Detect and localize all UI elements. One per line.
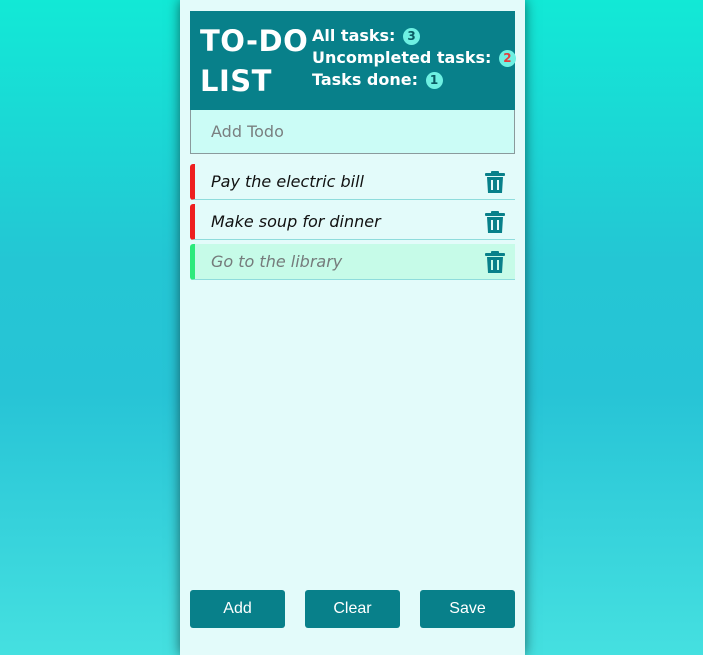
header: TO-DO LIST All tasks: 3 Uncompleted task…	[190, 11, 516, 110]
task-item[interactable]: Make soup for dinner	[190, 204, 515, 240]
trash-icon[interactable]	[485, 171, 505, 193]
add-todo-input[interactable]	[190, 110, 515, 154]
done-count-badge: 1	[425, 72, 443, 89]
app-title-line1: TO-DO	[200, 24, 309, 58]
app-title: TO-DO LIST	[200, 21, 310, 101]
all-tasks-count-badge: 3	[403, 28, 421, 45]
uncompleted-count-badge: 2	[498, 50, 516, 67]
stat-uncompleted-tasks: Uncompleted tasks: 2	[312, 47, 516, 69]
clear-button[interactable]: Clear	[305, 590, 400, 628]
trash-icon[interactable]	[485, 251, 505, 273]
task-item[interactable]: Pay the electric bill	[190, 164, 515, 200]
trash-icon[interactable]	[485, 211, 505, 233]
uncompleted-label: Uncompleted tasks:	[312, 48, 492, 67]
app-title-line2: LIST	[200, 64, 272, 98]
all-tasks-label: All tasks:	[312, 26, 396, 45]
task-text: Make soup for dinner	[211, 212, 381, 231]
task-text: Go to the library	[211, 252, 343, 271]
task-stats: All tasks: 3 Uncompleted tasks: 2 Tasks …	[312, 25, 516, 91]
task-item-done[interactable]: Go to the library	[190, 244, 515, 280]
add-button[interactable]: Add	[190, 590, 285, 628]
task-text: Pay the electric bill	[211, 172, 364, 191]
task-list: Pay the electric bill Make soup for dinn…	[190, 164, 515, 284]
todo-app: TO-DO LIST All tasks: 3 Uncompleted task…	[180, 0, 525, 655]
done-label: Tasks done:	[312, 70, 418, 89]
save-button[interactable]: Save	[420, 590, 515, 628]
stat-tasks-done: Tasks done: 1	[312, 69, 516, 91]
stat-all-tasks: All tasks: 3	[312, 25, 516, 47]
